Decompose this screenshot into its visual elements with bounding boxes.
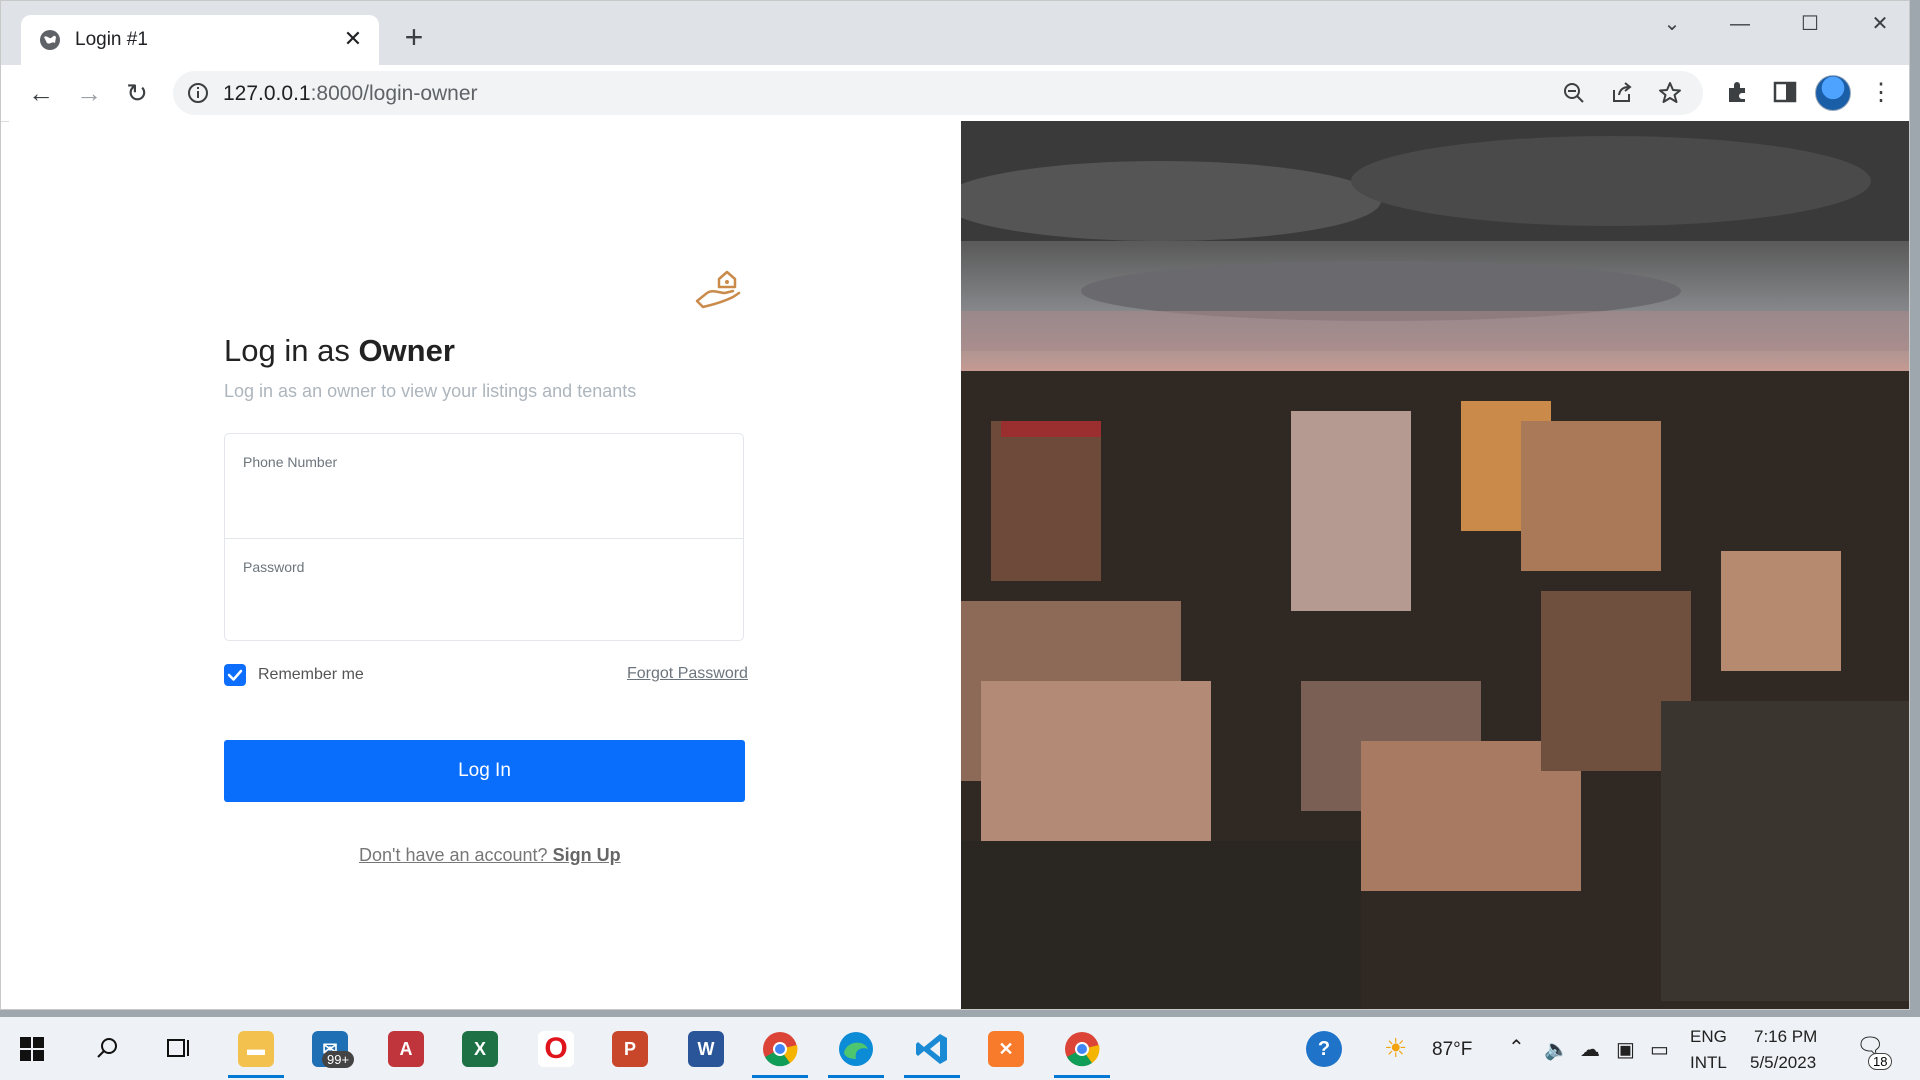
phone-field[interactable]: Phone Number — [225, 434, 743, 538]
forgot-password-link[interactable]: Forgot Password — [627, 665, 748, 683]
remember-me-label[interactable]: Remember me — [258, 666, 364, 684]
back-icon[interactable]: ← — [25, 77, 57, 109]
url-text[interactable]: 127.0.0.1:8000/login-owner — [223, 82, 478, 106]
task-view-icon[interactable] — [165, 1035, 193, 1061]
menu-dots-icon[interactable]: ⋮ — [1865, 77, 1897, 109]
page-content: Log in as Owner Log in as an owner to vi… — [9, 121, 1909, 1009]
chrome-icon[interactable] — [762, 1031, 798, 1067]
tab-title: Login #1 — [75, 29, 148, 50]
search-icon[interactable] — [94, 1035, 120, 1061]
notification-badge: 18 — [1868, 1053, 1893, 1070]
access-icon[interactable]: A — [388, 1031, 424, 1067]
share-icon[interactable] — [1609, 80, 1635, 106]
active-indicator — [752, 1075, 808, 1078]
battery-icon[interactable]: ▭ — [1650, 1037, 1669, 1062]
network-icon[interactable]: ▣ — [1616, 1037, 1635, 1062]
zoom-out-icon[interactable] — [1561, 80, 1587, 106]
vscode-icon[interactable] — [914, 1031, 950, 1067]
remember-me-checkbox[interactable] — [224, 664, 246, 686]
clock-date[interactable]: 5/5/2023 — [1750, 1053, 1816, 1073]
page-subtitle: Log in as an owner to view your listings… — [224, 381, 637, 401]
password-field[interactable]: Password — [225, 538, 743, 643]
site-info-icon[interactable] — [187, 82, 209, 104]
language-bottom[interactable]: INTL — [1690, 1053, 1727, 1073]
language-top[interactable]: ENG — [1690, 1027, 1727, 1047]
signup-link[interactable]: Don't have an account? Sign Up — [359, 845, 621, 866]
hand-house-logo-icon — [695, 270, 741, 309]
close-window-icon[interactable]: ✕ — [1857, 9, 1903, 39]
mail-badge: 99+ — [322, 1051, 355, 1068]
active-indicator — [904, 1075, 960, 1078]
xampp-icon[interactable]: ✕ — [988, 1031, 1024, 1067]
active-indicator — [228, 1075, 284, 1078]
active-indicator — [828, 1075, 884, 1078]
weather-icon[interactable]: ☀ — [1384, 1033, 1407, 1064]
tab-close-icon[interactable]: ✕ — [339, 25, 367, 53]
page-title: Log in as Owner — [224, 333, 455, 368]
browser-window: Login #1 ✕ + ⌄ — ☐ ✕ ← → ↻ 127.0.0.1:800… — [0, 0, 1910, 1010]
browser-toolbar: ← → ↻ 127.0.0.1:8000/login-owner ⋮ — [1, 65, 1909, 122]
word-icon[interactable]: W — [688, 1031, 724, 1067]
excel-icon[interactable]: X — [462, 1031, 498, 1067]
chrome-profile-icon[interactable] — [1064, 1031, 1100, 1067]
tab-search-icon[interactable]: ⌄ — [1649, 9, 1695, 39]
check-icon — [227, 669, 243, 681]
login-form: Phone Number Password — [224, 433, 744, 641]
side-panel-icon[interactable] — [1771, 78, 1799, 106]
file-explorer-icon[interactable]: ▬ — [238, 1031, 274, 1067]
new-tab-icon[interactable]: + — [399, 21, 429, 53]
active-indicator — [1054, 1075, 1110, 1078]
login-pane: Log in as Owner Log in as an owner to vi… — [9, 121, 961, 1009]
powerpoint-icon[interactable]: P — [612, 1031, 648, 1067]
volume-icon[interactable]: 🔈 — [1544, 1037, 1569, 1062]
phone-input[interactable] — [243, 482, 727, 516]
weather-temp[interactable]: 87°F — [1432, 1039, 1472, 1061]
forward-icon[interactable]: → — [73, 77, 105, 109]
opera-icon[interactable]: O — [538, 1031, 574, 1067]
windows-start-icon[interactable] — [20, 1037, 44, 1061]
show-hidden-icons[interactable]: ⌃ — [1508, 1035, 1525, 1060]
taskbar: ▬ ✉ 99+ A X O P W ✕ ? ☀ 87°F ⌃ 🔈 ☁ ▣ ▭ E… — [0, 1017, 1920, 1080]
reload-icon[interactable]: ↻ — [121, 77, 153, 109]
help-icon[interactable]: ? — [1306, 1031, 1342, 1067]
login-button[interactable]: Log In — [224, 740, 745, 802]
bookmark-star-icon[interactable] — [1657, 80, 1683, 106]
city-buildings-image — [961, 121, 1909, 1009]
address-bar[interactable]: 127.0.0.1:8000/login-owner — [173, 71, 1703, 115]
password-label: Password — [243, 559, 305, 575]
globe-icon — [40, 30, 60, 50]
maximize-icon[interactable]: ☐ — [1787, 9, 1833, 39]
tab-strip: Login #1 ✕ + ⌄ — ☐ ✕ — [1, 1, 1909, 65]
profile-avatar[interactable] — [1815, 75, 1851, 111]
extensions-icon[interactable] — [1723, 78, 1751, 106]
city-skyline-photo — [961, 121, 1909, 1009]
password-input[interactable] — [243, 587, 727, 621]
onedrive-icon[interactable]: ☁ — [1580, 1037, 1600, 1062]
minimize-icon[interactable]: — — [1717, 9, 1763, 39]
edge-icon[interactable] — [838, 1031, 874, 1067]
phone-label: Phone Number — [243, 454, 338, 470]
clock-time[interactable]: 7:16 PM — [1754, 1027, 1817, 1047]
tab-login[interactable]: Login #1 ✕ — [21, 15, 379, 65]
